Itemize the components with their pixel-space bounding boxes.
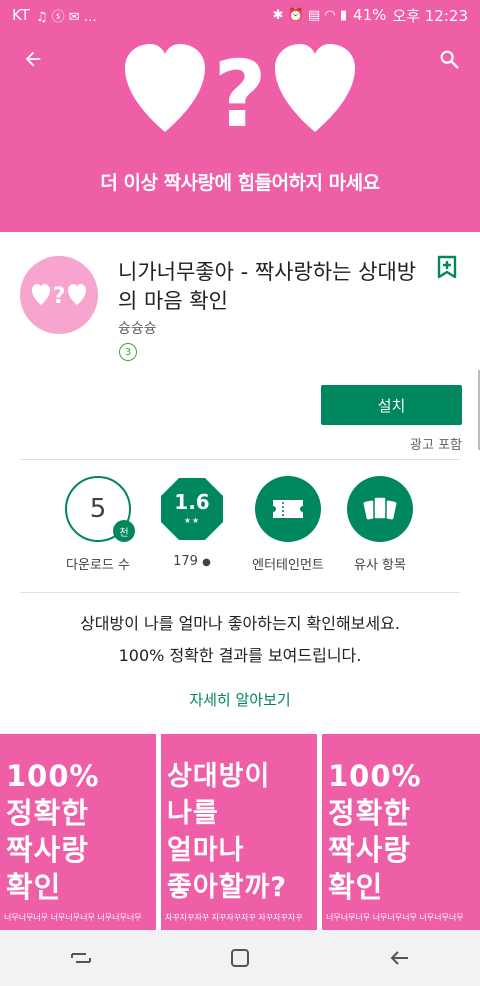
hero-tagline: 더 이상 짝사랑에 힘들어하지 마세요 — [100, 172, 380, 194]
divider — [20, 459, 460, 460]
contains-ads-label: 광고 포함 — [410, 438, 462, 453]
screenshot-2[interactable]: 상대방이 나를 얼마나 좋아할까? 자꾸자꾸자꾸 자꾸자꾸자꾸 자꾸자꾸자꾸 — [161, 734, 317, 930]
similar-label: 유사 항목 — [354, 558, 406, 573]
search-icon[interactable] — [434, 44, 464, 74]
install-button[interactable]: 설치 — [321, 385, 462, 425]
notification-icons: ♫ ⓢ ✉ … — [35, 9, 97, 25]
screenshot-1-line: 확인 — [6, 870, 62, 904]
category-label: 엔터테인먼트 — [252, 558, 324, 573]
screenshot-2-line: 상대방이 — [167, 761, 271, 792]
screenshot-1-line: 100% — [6, 759, 100, 793]
screenshot-2-line: 좋아할까? — [167, 872, 288, 903]
screenshot-3-line: 확인 — [328, 870, 384, 904]
screenshot-2-line: 나를 — [167, 798, 219, 829]
short-description: 상대방이 나를 얼마나 좋아하는지 확인해보세요. 100% 정확한 결과를 보… — [0, 608, 480, 672]
ticket-icon — [255, 476, 321, 542]
rating-stat[interactable]: 1.6 ★★ 179 ● — [142, 476, 242, 569]
screenshot-2-line: 얼마나 — [167, 835, 245, 866]
review-count: 179 ● — [142, 554, 242, 569]
downloads-unit-badge: 천 — [113, 520, 135, 542]
hero-banner: KT ♫ ⓢ ✉ … ✱ ⏰ ▤ ◠ ▮ 41% 오후 12:23 ? 더 이상… — [0, 0, 480, 232]
screenshot-3-line: 짝사랑 — [328, 833, 412, 867]
cards-stack-icon — [347, 476, 413, 542]
divider — [20, 592, 460, 593]
screenshot-carousel[interactable]: 100% 정확한 짝사랑 확인 너무너무너무 너무너무너무 너무너무너무 상대방… — [0, 734, 480, 930]
app-icon: ? — [20, 256, 98, 334]
rating-stars-icon: ★★ — [183, 516, 201, 525]
description-line-2: 100% 정확한 결과를 보여드립니다. — [118, 646, 362, 665]
screenshot-3-line: 정확한 — [328, 796, 412, 830]
age-rating-badge[interactable]: 3 — [119, 343, 137, 361]
back-arrow-icon[interactable] — [18, 44, 48, 74]
screenshot-1-caption: 너무너무너무 너무너무너무 너무너무너무 — [4, 913, 142, 922]
screenshot-2-caption: 자꾸자꾸자꾸 자꾸자꾸자꾸 자꾸자꾸자꾸 — [165, 913, 303, 922]
person-icon: ● — [202, 557, 211, 568]
description-line-1: 상대방이 나를 얼마나 좋아하는지 확인해보세요. — [80, 614, 400, 633]
svg-text:?: ? — [53, 284, 66, 307]
developer-link[interactable]: 슝슝슝 — [118, 318, 157, 338]
battery-level: 41% — [353, 6, 387, 24]
status-bar: KT ♫ ⓢ ✉ … ✱ ⏰ ▤ ◠ ▮ 41% 오후 12:23 — [0, 0, 480, 30]
similar-stat[interactable]: 유사 항목 — [330, 476, 430, 573]
app-title: 니가너무좋아 - 짝사랑하는 상대방의 마음 확인 — [118, 260, 417, 313]
status-icons: ✱ ⏰ ▤ ◠ ▮ — [272, 7, 348, 23]
downloads-stat[interactable]: 5 천 다운로드 수 — [48, 476, 148, 573]
category-stat[interactable]: 엔터테인먼트 — [238, 476, 338, 573]
svg-text:?: ? — [213, 41, 266, 140]
review-count-value: 179 — [173, 554, 198, 569]
recent-apps-icon[interactable] — [60, 938, 100, 978]
screenshot-3-line: 100% — [328, 759, 422, 793]
home-icon[interactable] — [220, 938, 260, 978]
read-more-link[interactable]: 자세히 알아보기 — [0, 689, 480, 710]
rating-badge: 1.6 ★★ — [159, 476, 225, 542]
carrier-label: KT — [12, 6, 30, 24]
screenshot-3-caption: 너무너무너무 너무너무너무 너무너무너무 — [326, 913, 464, 922]
wishlist-bookmark-icon[interactable] — [436, 255, 458, 279]
screenshot-3[interactable]: 100% 정확한 짝사랑 확인 너무너무너무 너무너무너무 너무너무너무 — [322, 734, 480, 930]
screenshot-1-line: 정확한 — [6, 796, 90, 830]
clock: 오후 12:23 — [392, 6, 468, 25]
screenshot-1-line: 짝사랑 — [6, 833, 90, 867]
downloads-label: 다운로드 수 — [66, 558, 130, 573]
system-navigation-bar — [0, 930, 480, 986]
heart-question-heart-graphic: ? — [120, 40, 360, 140]
rating-value: 1.6 — [174, 490, 210, 514]
screenshot-1[interactable]: 100% 정확한 짝사랑 확인 너무너무너무 너무너무너무 너무너무너무 — [0, 734, 156, 930]
back-nav-icon[interactable] — [380, 938, 420, 978]
